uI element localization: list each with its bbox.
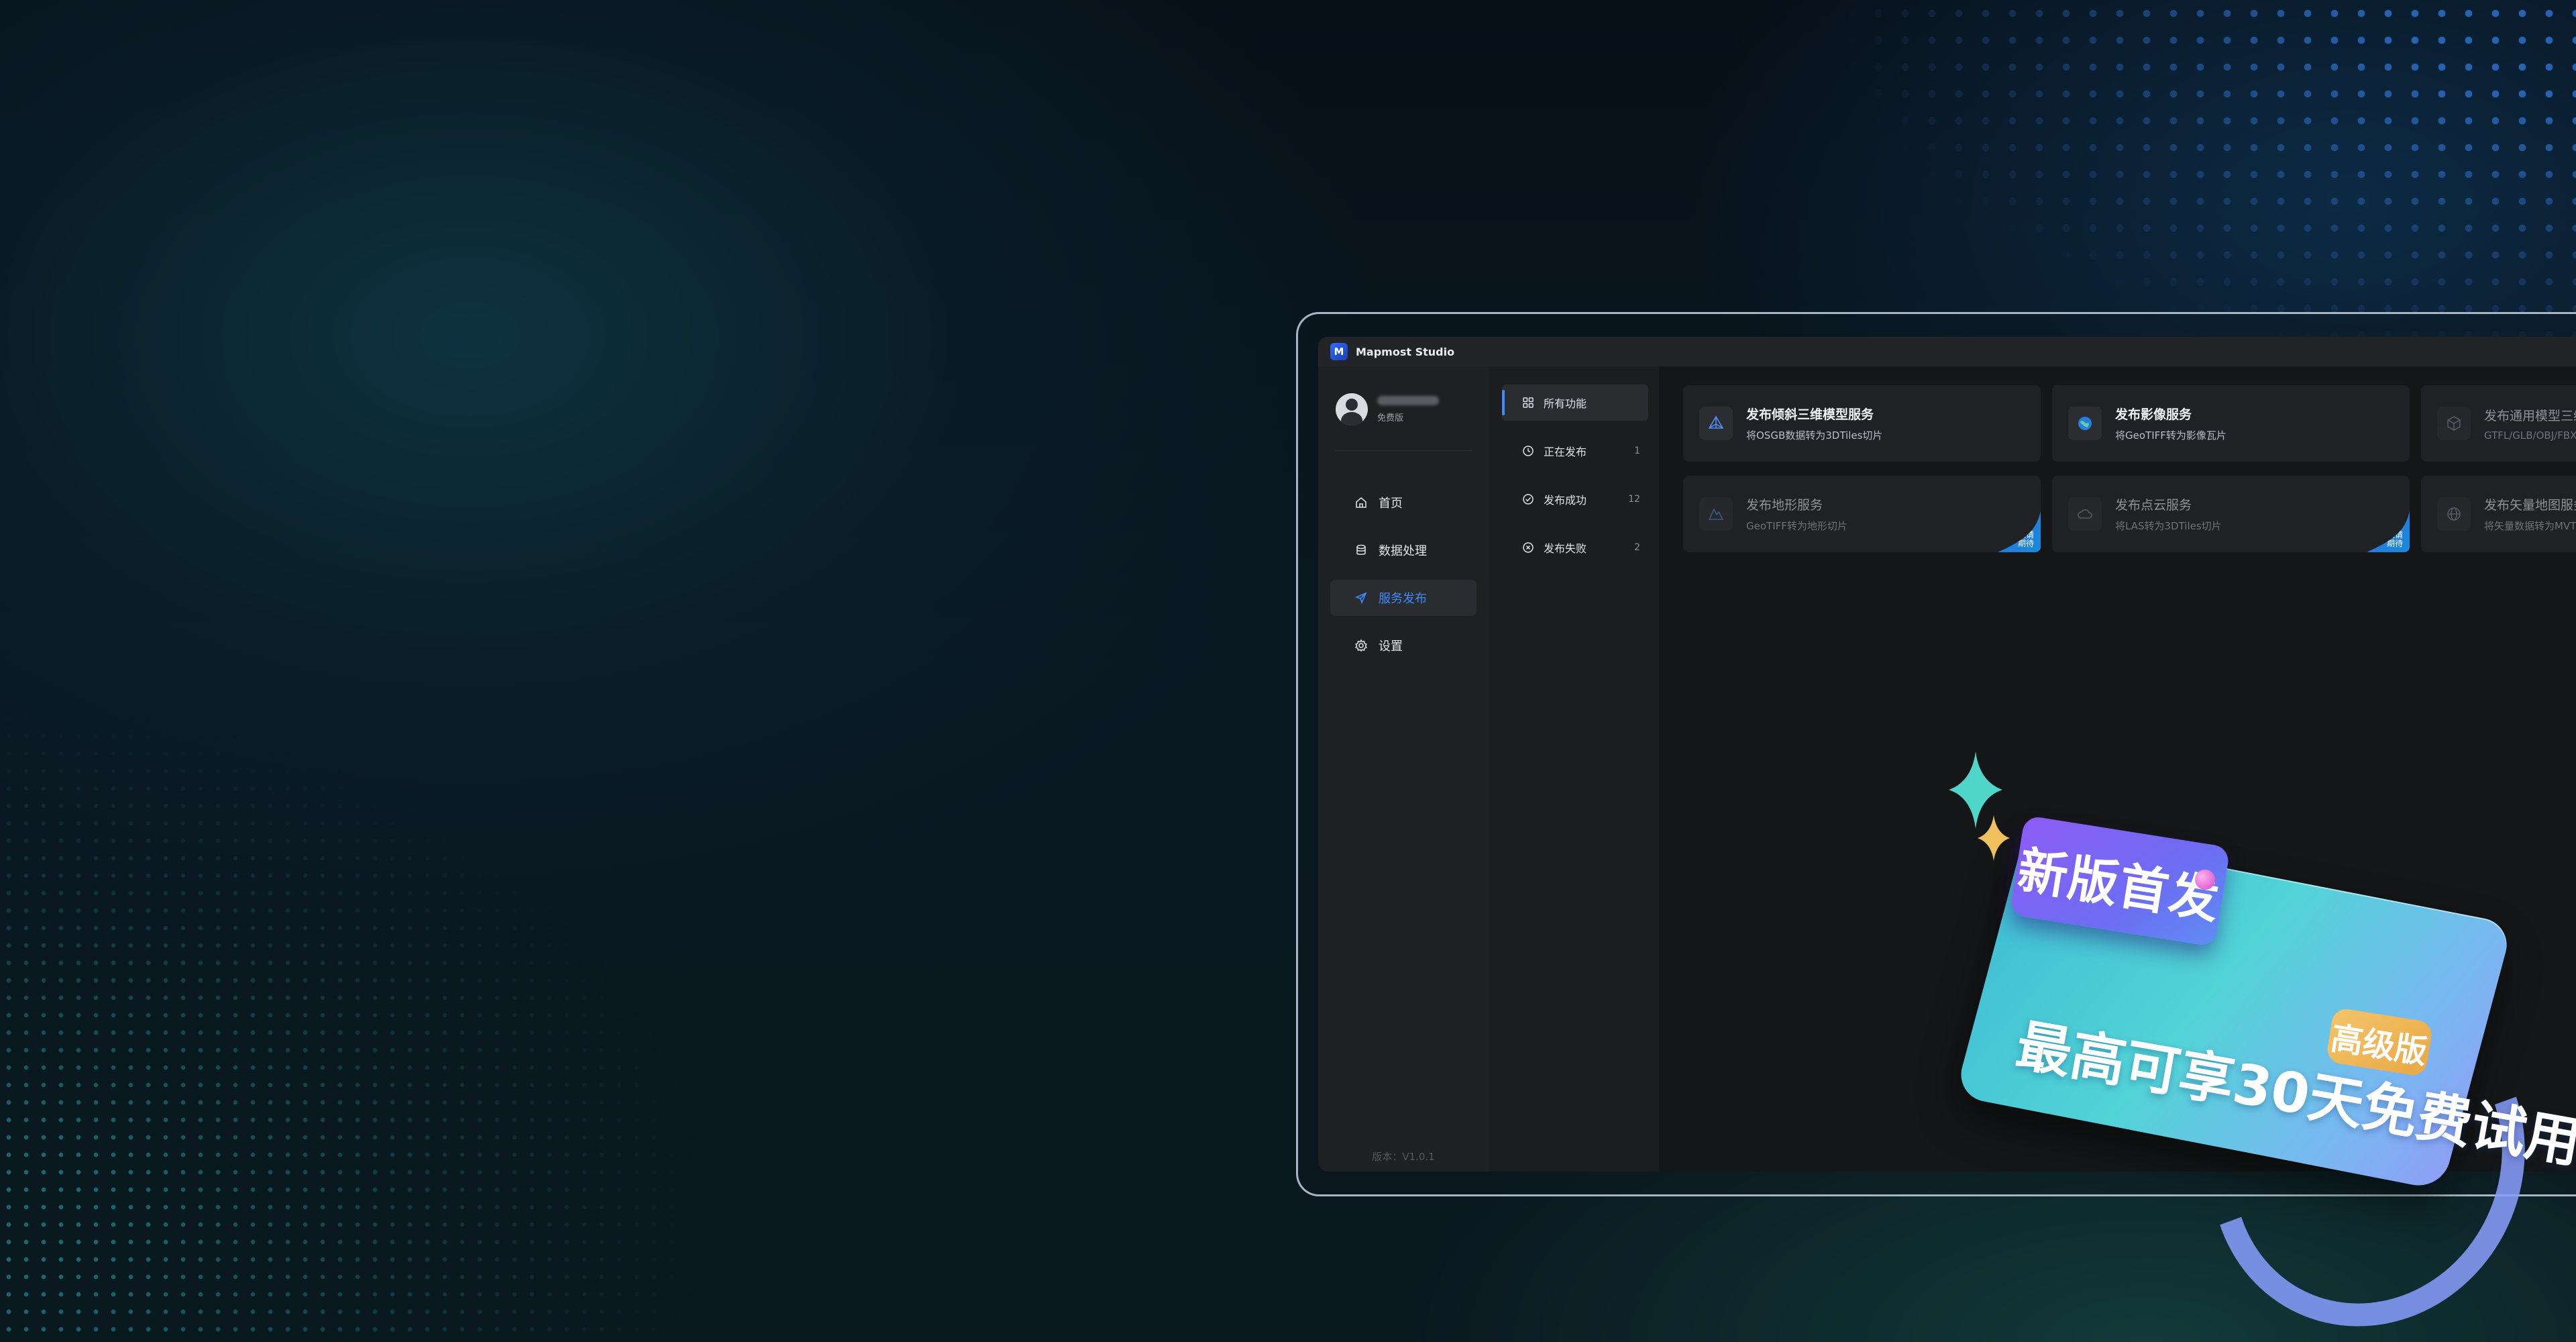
subnav-item-all[interactable]: 所有功能: [1502, 384, 1648, 421]
card-description: GTFL/GLB/OBJ/FBX: [2484, 429, 2576, 442]
app-logo: M: [1330, 343, 1348, 360]
sidebar-item-label: 数据处理: [1379, 544, 1427, 558]
subnav-item-success[interactable]: 发布成功 12: [1502, 481, 1648, 517]
card-vector-map-service[interactable]: 发布矢量地图服务 将矢量数据转为MVT: [2421, 476, 2576, 552]
app-title: Mapmost Studio: [1356, 345, 1455, 358]
card-description: 将GeoTIFF转为影像瓦片: [2115, 429, 2226, 442]
card-title: 发布点云服务: [2115, 498, 2192, 513]
sidebar-item-service-publish[interactable]: 服务发布: [1330, 580, 1477, 616]
user-name-blurred: [1377, 395, 1439, 405]
send-icon: [1354, 592, 1367, 605]
card-title: 发布地形服务: [1746, 498, 1823, 513]
card-title: 发布通用模型三维: [2484, 408, 2576, 423]
promo-dot: [2195, 870, 2215, 890]
user-tier: 免费版: [1377, 413, 1404, 423]
subnav-item-failed[interactable]: 发布失败 2: [1502, 529, 1648, 566]
pyramid-icon: [1708, 415, 1724, 429]
sidebar-item-label: 服务发布: [1379, 592, 1427, 606]
sidebar: 免费版 首页 数据处理 服务发布 设置 版本：V1.0.1: [1318, 366, 1489, 1172]
card-point-cloud-service[interactable]: 发布点云服务 将LAS转为3DTiles切片 敬请期待: [2052, 476, 2410, 552]
home-icon: [1356, 497, 1366, 508]
cloud-icon: [2078, 509, 2092, 519]
coming-soon-ribbon: 敬请期待: [2367, 511, 2410, 552]
avatar[interactable]: [1336, 393, 1368, 425]
card-icon-box: [2437, 407, 2471, 440]
card-generic-model-service[interactable]: 发布通用模型三维 GTFL/GLB/OBJ/FBX: [2421, 385, 2576, 462]
sidebar-item-home[interactable]: 首页: [1330, 484, 1477, 521]
card-description: 将矢量数据转为MVT: [2484, 520, 2576, 532]
card-icon-box: [1699, 497, 1733, 531]
card-icon-box: [2068, 407, 2102, 440]
promo-banner[interactable]: 新版首发 最高可享30天免费试用 高级版: [1932, 752, 2576, 1342]
version-label: 版本：V1.0.1: [1372, 1151, 1435, 1163]
sidebar-item-data-processing[interactable]: 数据处理: [1330, 532, 1477, 568]
subnav-item-label: 所有功能: [1544, 397, 1587, 410]
promo-badge-text: 高级版: [2328, 1019, 2430, 1072]
database-icon: [1356, 544, 1366, 555]
divider: [1334, 450, 1472, 451]
card-description: 将LAS转为3DTiles切片: [2115, 520, 2222, 532]
card-icon-box: [1699, 407, 1733, 440]
count-badge: 12: [1628, 494, 1640, 505]
grid-icon: [1523, 397, 1534, 408]
gear-icon: [1355, 639, 1367, 652]
check-circle-icon: [1523, 494, 1534, 505]
count-badge: 2: [1634, 542, 1640, 553]
cube-icon: [2447, 416, 2461, 431]
subnav-item-label: 发布失败: [1544, 542, 1587, 555]
card-title: 发布矢量地图服务: [2484, 498, 2576, 513]
promo-tag-text: 新版首发: [2014, 841, 2224, 930]
sidebar-item-label: 首页: [1379, 497, 1403, 511]
card-title: 发布影像服务: [2115, 407, 2192, 422]
sparkle-icon: [1978, 815, 2010, 861]
count-badge: 1: [1634, 446, 1640, 456]
card-icon-box: [2437, 497, 2471, 531]
terrain-icon: [1708, 508, 1724, 520]
card-oblique-3d-service[interactable]: 发布倾斜三维模型服务 将OSGB数据转为3DTiles切片: [1683, 385, 2041, 462]
card-description: 将OSGB数据转为3DTiles切片: [1746, 429, 1883, 442]
subnav-item-label: 发布成功: [1544, 494, 1587, 507]
subnav-item-label: 正在发布: [1544, 446, 1587, 458]
card-imagery-service[interactable]: 发布影像服务 将GeoTIFF转为影像瓦片: [2052, 385, 2410, 462]
main-nav: 首页 数据处理 服务发布 设置: [1330, 484, 1477, 675]
card-icon-box: [2068, 497, 2102, 531]
coming-soon-ribbon: 敬请期待: [1998, 511, 2041, 552]
sidebar-item-label: 设置: [1379, 639, 1403, 654]
card-description: GeoTIFF转为地形切片: [1746, 520, 1847, 532]
globe-icon: [2078, 417, 2092, 430]
title-bar: M Mapmost Studio: [1318, 337, 2576, 366]
x-circle-icon: [1523, 542, 1534, 553]
card-terrain-service[interactable]: 发布地形服务 GeoTIFF转为地形切片 敬请期待: [1683, 476, 2041, 552]
sub-nav: 所有功能 正在发布 1 发布成功 12 发布失败 2: [1489, 366, 1659, 1172]
subnav-item-publishing[interactable]: 正在发布 1: [1502, 433, 1648, 469]
clock-icon: [1523, 446, 1534, 456]
user-profile[interactable]: 免费版: [1336, 393, 1439, 425]
globe-icon: [2447, 507, 2461, 521]
sidebar-item-settings[interactable]: 设置: [1330, 627, 1477, 664]
card-title: 发布倾斜三维模型服务: [1746, 407, 1874, 422]
